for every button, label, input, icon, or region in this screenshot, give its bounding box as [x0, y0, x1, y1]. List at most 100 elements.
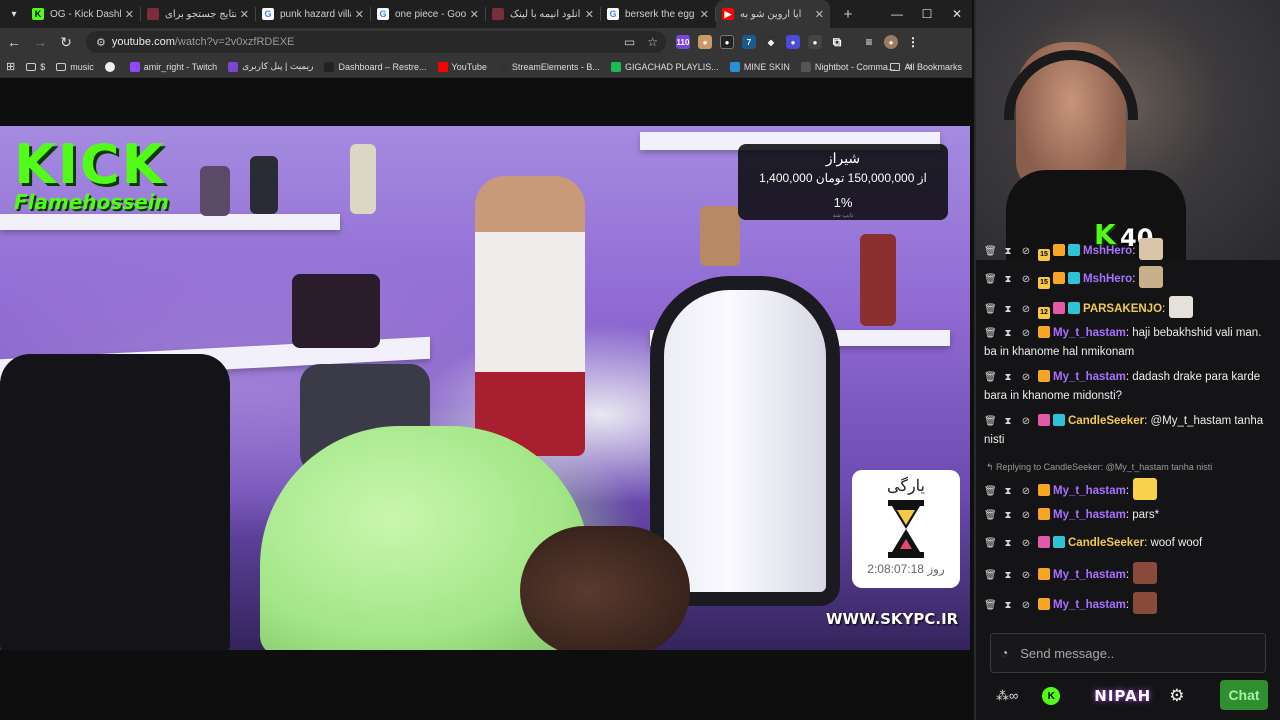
reading-list-icon[interactable]: ≡ [862, 35, 876, 49]
bookmark-item[interactable]: ریمیت | پنل کاربری [228, 61, 313, 72]
menu-icon[interactable]: ⋮ [906, 35, 920, 49]
ban-icon[interactable]: ⊘ [1020, 566, 1032, 585]
ban-icon[interactable]: ⊘ [1020, 270, 1032, 289]
extension-icon[interactable]: 110 [676, 35, 690, 49]
browser-tab[interactable]: Gpunk hazard villain ✕ [256, 0, 370, 28]
delete-icon[interactable]: 🗑 [984, 242, 997, 261]
tab-close-icon[interactable]: ✕ [815, 8, 824, 21]
delete-icon[interactable]: 🗑 [984, 506, 997, 525]
bookmark-item[interactable]: StreamElements - B... [497, 61, 600, 72]
browser-tab[interactable]: K OG - Kick Dashboard ✕ [26, 0, 140, 28]
address-bar[interactable]: ⚙ youtube.com/watch?v=2v0xzfRDEXE ▭ ☆ [86, 31, 666, 53]
chat-username[interactable]: My_t_hastam [1053, 327, 1126, 339]
ban-icon[interactable]: ⊘ [1020, 506, 1032, 525]
extension-icon[interactable]: ● [786, 35, 800, 49]
chat-message[interactable]: 🗑 ⧗ ⊘ CandleSeeker: @My_t_hastam tanha nist… [984, 412, 1276, 450]
bookmark-item[interactable]: $ [26, 62, 45, 72]
extension-icon[interactable]: ● [808, 35, 822, 49]
timeout-icon[interactable]: ⧗ [1002, 506, 1014, 525]
chat-message[interactable]: 🗑 ⧗ ⊘ My_t_hastam: pars* [984, 506, 1276, 525]
tab-close-icon[interactable]: ✕ [700, 8, 709, 21]
tab-search-icon[interactable]: ▾ [2, 2, 26, 26]
bookmark-item[interactable]: MINE SKIN [729, 61, 790, 72]
browser-tab[interactable]: Gberserk the egg of ✕ [601, 0, 715, 28]
extension-icon[interactable]: ◆ [764, 35, 778, 49]
bookmark-star-icon[interactable]: ☆ [647, 35, 658, 49]
tab-close-icon[interactable]: ✕ [125, 8, 134, 21]
timeout-icon[interactable]: ⧗ [1002, 566, 1014, 585]
delete-icon[interactable]: 🗑 [984, 324, 997, 343]
chat-username[interactable]: My_t_hastam [1053, 599, 1126, 611]
points-icon[interactable]: ⁂∞ [996, 688, 1018, 704]
chat-username[interactable]: My_t_hastam [1053, 485, 1126, 497]
chat-emote[interactable] [1133, 592, 1158, 614]
site-info-icon[interactable]: ⚙ [96, 36, 106, 49]
chat-message[interactable]: 🗑 ⧗ ⊘ My_t_hastam: haji bebakhshid vali man… [984, 324, 1276, 362]
bookmark-item[interactable]: music [56, 62, 94, 72]
ban-icon[interactable]: ⊘ [1020, 596, 1032, 615]
chat-message[interactable]: 🗑 ⧗ ⊘ My_t_hastam: [984, 562, 1276, 585]
bookmark-item[interactable]: GIGACHAD PLAYLIS... [610, 61, 719, 72]
delete-icon[interactable]: 🗑 [984, 566, 997, 585]
chat-emote[interactable] [1169, 296, 1194, 318]
chat-message[interactable]: 🗑 ⧗ ⊘ 12 PARSAKENJO: [984, 296, 1276, 319]
delete-icon[interactable]: 🗑 [984, 270, 997, 289]
timeout-icon[interactable]: ⧗ [1002, 242, 1014, 261]
timeout-icon[interactable]: ⧗ [1002, 300, 1014, 319]
bookmark-item[interactable]: amir_right - Twitch [129, 61, 217, 72]
chat-emote[interactable] [1139, 266, 1164, 288]
extension-icon[interactable]: 7 [742, 35, 756, 49]
browser-tab[interactable]: Gone piece - Google ✕ [371, 0, 485, 28]
nipah-logo[interactable]: NIPAH [1094, 687, 1151, 705]
chat-emote[interactable] [1133, 562, 1158, 584]
new-tab-button[interactable]: + [836, 6, 860, 23]
settings-gear-icon[interactable]: ⚙ [1169, 686, 1184, 706]
delete-icon[interactable]: 🗑 [984, 534, 997, 553]
forward-button[interactable]: → [28, 30, 52, 54]
chat-input[interactable]: ◔ Send message.. [990, 633, 1266, 673]
chat-username[interactable]: PARSAKENJO [1083, 303, 1162, 315]
tab-close-icon[interactable]: ✕ [355, 8, 364, 21]
emote-picker-icon[interactable]: ◔ [1001, 646, 1008, 660]
chat-username[interactable]: My_t_hastam [1053, 509, 1126, 521]
tab-close-icon[interactable]: ✕ [585, 8, 594, 21]
timeout-icon[interactable]: ⧗ [1002, 596, 1014, 615]
minimize-button[interactable]: — [882, 0, 912, 28]
extension-icon[interactable]: ● [698, 35, 712, 49]
ban-icon[interactable]: ⊘ [1020, 368, 1032, 387]
chat-emote[interactable] [1133, 478, 1158, 500]
delete-icon[interactable]: 🗑 [984, 596, 997, 615]
kick-emotes-icon[interactable]: K [1042, 687, 1061, 705]
close-window-button[interactable]: ✕ [942, 0, 972, 28]
ban-icon[interactable]: ⊘ [1020, 300, 1032, 319]
chat-message[interactable]: 🗑 ⧗ ⊘ My_t_hastam: [984, 592, 1276, 615]
timeout-icon[interactable]: ⧗ [1002, 412, 1014, 431]
bookmark-item[interactable] [104, 61, 119, 72]
bookmark-item[interactable]: YouTube [437, 61, 487, 72]
reload-button[interactable]: ↻ [54, 30, 78, 54]
chat-message[interactable]: 🗑 ⧗ ⊘ My_t_hastam: dadash drake para karde … [984, 368, 1276, 406]
chat-username[interactable]: CandleSeeker [1068, 537, 1144, 549]
tab-close-icon[interactable]: ✕ [240, 8, 249, 21]
ban-icon[interactable]: ⊘ [1020, 324, 1032, 343]
chat-message[interactable]: 🗑 ⧗ ⊘ My_t_hastam: [984, 478, 1276, 501]
ban-icon[interactable]: ⊘ [1020, 482, 1032, 501]
bookmark-item[interactable]: Dashboard – Restre... [324, 61, 427, 72]
chat-message[interactable]: 🗑 ⧗ ⊘ 15 MshHero: [984, 266, 1276, 289]
chat-message[interactable]: 🗑 ⧗ ⊘ 15 MshHero: [984, 238, 1276, 261]
chat-username[interactable]: MshHero [1083, 245, 1132, 257]
cast-icon[interactable]: ▭ [624, 35, 635, 49]
chat-username[interactable]: My_t_hastam [1053, 569, 1126, 581]
delete-icon[interactable]: 🗑 [984, 368, 997, 387]
timeout-icon[interactable]: ⧗ [1002, 270, 1014, 289]
maximize-button[interactable]: ☐ [912, 0, 942, 28]
delete-icon[interactable]: 🗑 [984, 412, 997, 431]
chat-emote[interactable] [1139, 238, 1164, 260]
delete-icon[interactable]: 🗑 [984, 482, 997, 501]
timeout-icon[interactable]: ⧗ [1002, 368, 1014, 387]
chat-username[interactable]: CandleSeeker [1068, 415, 1144, 427]
ban-icon[interactable]: ⊘ [1020, 242, 1032, 261]
ban-icon[interactable]: ⊘ [1020, 412, 1032, 431]
all-bookmarks-button[interactable]: All Bookmarks [890, 56, 962, 78]
extension-icon[interactable]: ● [720, 35, 734, 49]
